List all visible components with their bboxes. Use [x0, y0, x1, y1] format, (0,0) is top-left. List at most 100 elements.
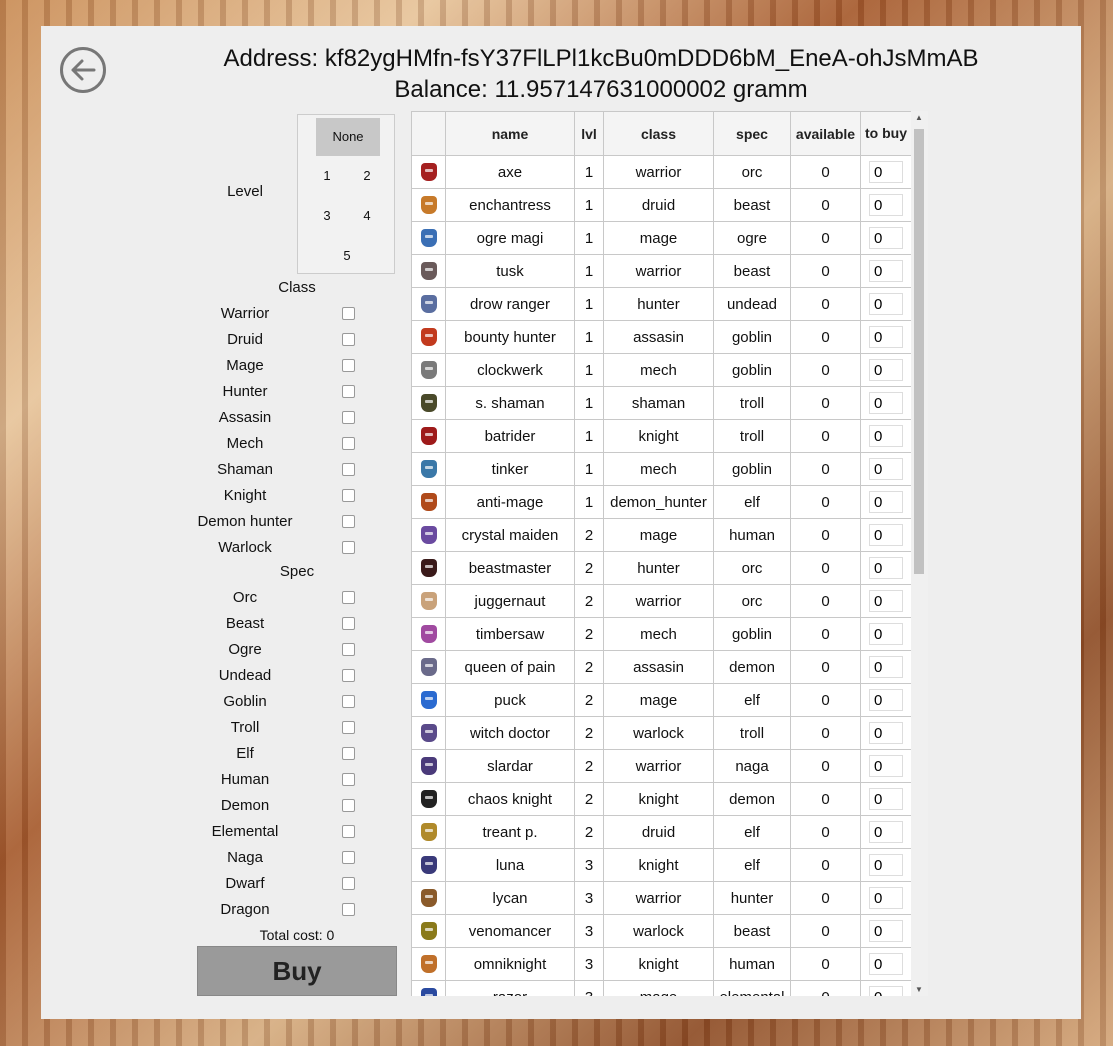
level-option-1[interactable]: 1 — [307, 166, 347, 186]
to-buy-input[interactable] — [869, 326, 903, 348]
column-header-class[interactable]: class — [603, 111, 714, 156]
hero-class-cell: warlock — [603, 716, 714, 750]
to-buy-input[interactable] — [869, 425, 903, 447]
table-row: clockwerk 1 mech goblin 0 — [411, 353, 911, 387]
level-select-list[interactable]: None 1 2 3 4 5 — [297, 114, 395, 274]
class-filter-checkbox[interactable] — [342, 462, 355, 476]
table-scrollbar[interactable]: ▲ ▼ — [911, 111, 928, 996]
hero-icon-cell — [411, 749, 446, 783]
class-filter-checkbox[interactable] — [342, 540, 355, 554]
to-buy-input[interactable] — [869, 359, 903, 381]
to-buy-input[interactable] — [869, 194, 903, 216]
to-buy-input[interactable] — [869, 392, 903, 414]
back-button[interactable] — [60, 47, 106, 93]
hero-spec-cell: orc — [713, 155, 791, 189]
spec-filter-checkbox[interactable] — [342, 772, 355, 786]
level-option-5[interactable]: 5 — [327, 246, 367, 266]
hero-spec-cell: elemental — [713, 980, 791, 996]
to-buy-input[interactable] — [869, 821, 903, 843]
to-buy-input[interactable] — [869, 524, 903, 546]
to-buy-input[interactable] — [869, 920, 903, 942]
hero-name-cell: timbersaw — [445, 617, 575, 651]
level-option-none[interactable]: None — [316, 118, 380, 156]
spec-filter-checkbox[interactable] — [342, 876, 355, 890]
hero-spec-cell: goblin — [713, 353, 791, 387]
scrollbar-thumb[interactable] — [914, 129, 924, 574]
table-row: drow ranger 1 hunter undead 0 — [411, 287, 911, 321]
to-buy-input[interactable] — [869, 887, 903, 909]
to-buy-input[interactable] — [869, 260, 903, 282]
buy-button[interactable]: Buy — [197, 946, 397, 996]
hero-portrait-icon — [420, 262, 437, 281]
to-buy-input[interactable] — [869, 722, 903, 744]
spec-filter-checkbox[interactable] — [342, 746, 355, 760]
to-buy-input[interactable] — [869, 491, 903, 513]
class-filter-checkbox[interactable] — [342, 436, 355, 450]
spec-filter-checkbox[interactable] — [342, 616, 355, 630]
class-filter-checkbox[interactable] — [342, 488, 355, 502]
class-filter-row: Knight — [197, 482, 397, 508]
hero-available-cell: 0 — [790, 518, 861, 552]
spec-filter-checkbox[interactable] — [342, 902, 355, 916]
table-row: axe 1 warrior orc 0 — [411, 155, 911, 189]
spec-filter-checkbox[interactable] — [342, 850, 355, 864]
to-buy-input[interactable] — [869, 458, 903, 480]
column-header-lvl[interactable]: lvl — [574, 111, 604, 156]
class-filter-checkbox[interactable] — [342, 514, 355, 528]
hero-level-cell: 3 — [574, 914, 604, 948]
account-header: Address: kf82ygHMfn-fsY37FlLPl1kcBu0mDDD… — [141, 43, 1061, 105]
hero-portrait-icon — [420, 889, 437, 908]
hero-icon-cell — [411, 551, 446, 585]
to-buy-input[interactable] — [869, 788, 903, 810]
to-buy-input[interactable] — [869, 293, 903, 315]
column-header-to-buy[interactable]: to buy — [860, 111, 911, 156]
hero-spec-cell: goblin — [713, 452, 791, 486]
hero-available-cell: 0 — [790, 617, 861, 651]
hero-level-cell: 3 — [574, 947, 604, 981]
to-buy-input[interactable] — [869, 986, 903, 996]
to-buy-input[interactable] — [869, 854, 903, 876]
to-buy-input[interactable] — [869, 227, 903, 249]
to-buy-input[interactable] — [869, 623, 903, 645]
spec-filter-checkbox[interactable] — [342, 668, 355, 682]
spec-filter-checkbox[interactable] — [342, 720, 355, 734]
hero-class-cell: mech — [603, 353, 714, 387]
to-buy-input[interactable] — [869, 557, 903, 579]
spec-filter-checkbox[interactable] — [342, 694, 355, 708]
level-option-4[interactable]: 4 — [347, 206, 387, 226]
table-row: lycan 3 warrior hunter 0 — [411, 881, 911, 915]
to-buy-input[interactable] — [869, 953, 903, 975]
scroll-up-icon[interactable]: ▲ — [915, 113, 923, 122]
hero-portrait-icon — [420, 328, 437, 347]
class-filter-row: Mage — [197, 352, 397, 378]
table-row: ogre magi 1 mage ogre 0 — [411, 221, 911, 255]
spec-filter-checkbox[interactable] — [342, 824, 355, 838]
class-filter-checkbox[interactable] — [342, 332, 355, 346]
column-header-available[interactable]: available — [790, 111, 861, 156]
to-buy-input[interactable] — [869, 656, 903, 678]
level-option-2[interactable]: 2 — [347, 166, 387, 186]
hero-spec-cell: elf — [713, 485, 791, 519]
spec-filter-checkbox[interactable] — [342, 642, 355, 656]
to-buy-input[interactable] — [869, 161, 903, 183]
class-filter-checkbox[interactable] — [342, 410, 355, 424]
heroes-table: name lvl class spec available to buy axe… — [411, 111, 911, 996]
class-filter-row: Warlock — [197, 534, 397, 560]
column-header-name[interactable]: name — [445, 111, 575, 156]
level-option-3[interactable]: 3 — [307, 206, 347, 226]
hero-class-cell: mage — [603, 980, 714, 996]
class-filter-checkbox[interactable] — [342, 384, 355, 398]
hero-to-buy-cell — [860, 254, 911, 288]
to-buy-input[interactable] — [869, 755, 903, 777]
spec-filter-checkbox[interactable] — [342, 590, 355, 604]
hero-icon-cell — [411, 353, 446, 387]
to-buy-input[interactable] — [869, 590, 903, 612]
to-buy-input[interactable] — [869, 689, 903, 711]
hero-class-cell: warrior — [603, 155, 714, 189]
class-filter-checkbox[interactable] — [342, 358, 355, 372]
column-header-spec[interactable]: spec — [713, 111, 791, 156]
hero-available-cell: 0 — [790, 815, 861, 849]
scroll-down-icon[interactable]: ▼ — [915, 985, 923, 994]
spec-filter-checkbox[interactable] — [342, 798, 355, 812]
class-filter-checkbox[interactable] — [342, 306, 355, 320]
